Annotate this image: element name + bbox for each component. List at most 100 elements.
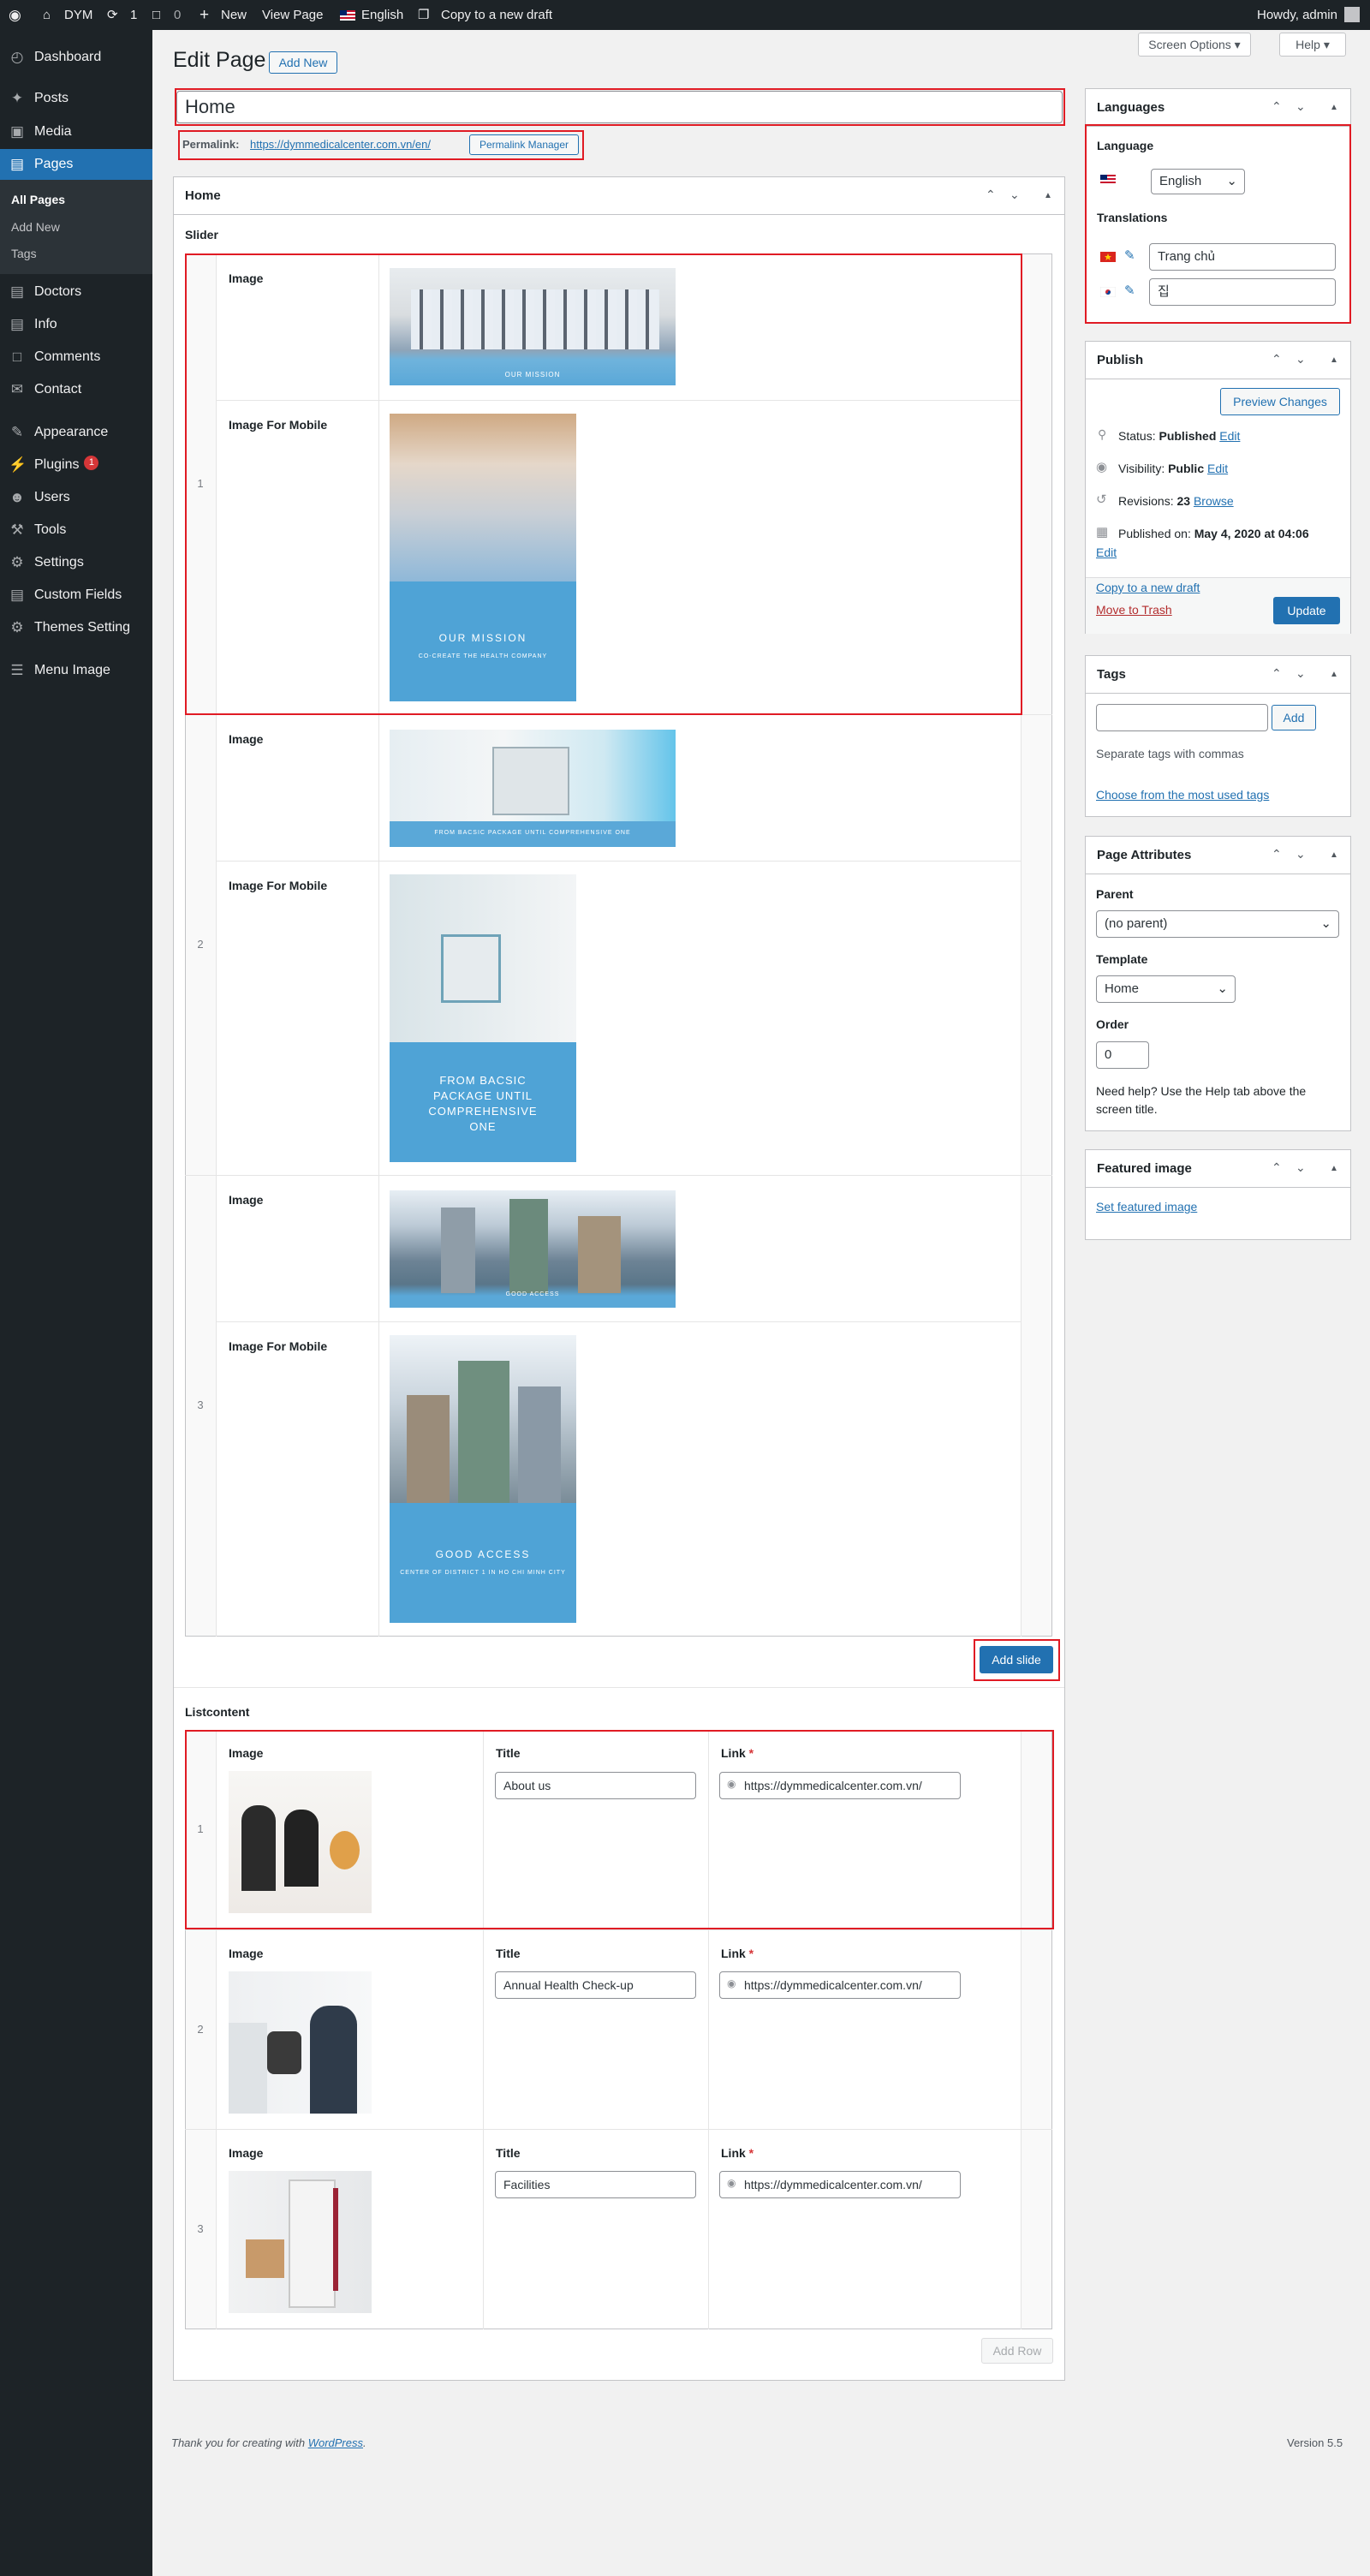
menu-custom-fields[interactable]: ▤ Custom Fields: [0, 580, 152, 611]
wordpress-logo-icon[interactable]: ◉: [9, 0, 21, 30]
slide-2-mobile-image[interactable]: FROM BACSIC PACKAGE UNTIL COMPREHENSIVE …: [390, 874, 576, 1162]
move-down-icon[interactable]: ⌄: [1296, 352, 1306, 367]
edit-date-link[interactable]: Edit: [1096, 546, 1117, 559]
new-link[interactable]: New: [221, 0, 247, 30]
new-tag-input[interactable]: [1096, 704, 1268, 731]
revisions-row: Revisions: 23 Browse: [1118, 494, 1234, 508]
toggle-panel-icon[interactable]: ▲: [1330, 670, 1338, 679]
add-tag-button[interactable]: Add: [1272, 705, 1316, 730]
row-2-image[interactable]: [229, 1971, 372, 2114]
toggle-panel-icon[interactable]: ▲: [1330, 103, 1338, 112]
submenu-add-new[interactable]: Add New: [11, 220, 60, 234]
comments-count[interactable]: 0: [174, 0, 181, 30]
slide-3-image[interactable]: GOOD ACCESS: [390, 1190, 676, 1308]
move-down-icon[interactable]: ⌄: [1010, 188, 1020, 202]
users-icon: ☻: [9, 489, 25, 505]
submenu-all-pages[interactable]: All Pages: [11, 193, 65, 206]
site-name-link[interactable]: DYM: [64, 0, 92, 30]
menu-menu-image[interactable]: ☰ Menu Image: [0, 655, 152, 686]
browse-revisions-link[interactable]: Browse: [1194, 494, 1234, 508]
copy-to-draft-link[interactable]: Copy to a new draft: [1096, 581, 1200, 594]
set-featured-image-link[interactable]: Set featured image: [1096, 1200, 1197, 1213]
toggle-panel-icon[interactable]: ▲: [1330, 1164, 1338, 1173]
row-3-title-input[interactable]: Facilities: [495, 2171, 696, 2198]
revisions-icon: ↺: [1096, 492, 1107, 507]
menu-dashboard[interactable]: ◴ Dashboard: [0, 42, 152, 73]
choose-tags-link[interactable]: Choose from the most used tags: [1096, 788, 1269, 802]
copy-to-draft-link[interactable]: Copy to a new draft: [441, 0, 552, 30]
menu-plugins[interactable]: ⚡ Plugins 1: [0, 450, 152, 480]
move-up-icon[interactable]: ⌃: [1272, 666, 1282, 681]
preview-changes-button[interactable]: Preview Changes: [1220, 388, 1340, 415]
move-down-icon[interactable]: ⌄: [1296, 847, 1306, 862]
update-button[interactable]: Update: [1273, 597, 1340, 624]
order-label: Order: [1096, 1017, 1129, 1031]
row-3-image[interactable]: [229, 2171, 372, 2313]
menu-pages[interactable]: ▤ Pages: [0, 149, 152, 180]
menu-users[interactable]: ☻ Users: [0, 482, 152, 513]
slide-caption: GOOD ACCESS: [435, 1548, 531, 1560]
toggle-panel-icon[interactable]: ▲: [1044, 191, 1052, 200]
row-number[interactable]: 3: [185, 2222, 216, 2235]
template-select[interactable]: Home ⌄: [1096, 975, 1236, 1003]
view-page-link[interactable]: View Page: [262, 0, 323, 30]
row-2-link-input[interactable]: https://dymmedicalcenter.com.vn/: [719, 1971, 961, 1999]
move-down-icon[interactable]: ⌄: [1296, 1160, 1306, 1175]
col-link-label: Link *: [721, 2146, 754, 2160]
template-label: Template: [1096, 952, 1148, 966]
menu-tools[interactable]: ⚒ Tools: [0, 515, 152, 546]
building: [518, 1386, 561, 1503]
menu-doctors[interactable]: ▤ Doctors: [0, 277, 152, 307]
menu-contact[interactable]: ✉ Contact: [0, 374, 152, 405]
move-up-icon[interactable]: ⌃: [1272, 847, 1282, 862]
row-3-link-input[interactable]: https://dymmedicalcenter.com.vn/: [719, 2171, 961, 2198]
wordpress-link[interactable]: WordPress: [308, 2436, 363, 2449]
divider: [216, 861, 1021, 862]
move-down-icon[interactable]: ⌄: [1296, 666, 1306, 681]
menu-comments[interactable]: □ Comments: [0, 342, 152, 373]
updates-icon[interactable]: ⟳: [107, 0, 118, 30]
admin-sidebar: ◴ Dashboard ✦ Posts ▣ Media ▤ Pages All Page…: [0, 30, 152, 2576]
add-new-page-button[interactable]: Add New: [269, 51, 337, 74]
submenu-tags[interactable]: Tags: [11, 247, 37, 260]
menu-info[interactable]: ▤ Info: [0, 309, 152, 340]
divider: [216, 1321, 1021, 1322]
menu-themes-setting[interactable]: ⚙ Themes Setting: [0, 612, 152, 643]
slide-2-image[interactable]: FROM BACSIC PACKAGE UNTIL COMPREHENSIVE …: [390, 730, 676, 847]
edit-visibility-link[interactable]: Edit: [1207, 462, 1228, 475]
howdy-account[interactable]: Howdy, admin: [1257, 0, 1337, 30]
order-input[interactable]: 0: [1096, 1041, 1149, 1069]
slide-number[interactable]: 3: [185, 1398, 216, 1411]
comments-icon[interactable]: □: [152, 0, 160, 30]
slide-number[interactable]: 2: [185, 938, 216, 951]
row-number[interactable]: 2: [185, 2023, 216, 2036]
plus-icon[interactable]: +: [200, 0, 209, 30]
published-on-row: Published on: May 4, 2020 at 04:06: [1118, 527, 1309, 540]
menu-media[interactable]: ▣ Media: [0, 116, 152, 147]
parent-label: Parent: [1096, 887, 1134, 901]
avatar[interactable]: [1344, 7, 1360, 22]
doctor-coat: [229, 2023, 267, 2114]
menu-posts[interactable]: ✦ Posts: [0, 83, 152, 114]
move-up-icon[interactable]: ⌃: [1272, 1160, 1282, 1175]
admin-bar: ◉ ⌂ DYM ⟳ 1 □ 0 + New View Page English …: [0, 0, 1370, 30]
edit-status-link[interactable]: Edit: [1219, 429, 1240, 443]
updates-count[interactable]: 1: [130, 0, 137, 30]
screen-options-button[interactable]: Screen Options ▾: [1138, 33, 1251, 57]
parent-select[interactable]: (no parent) ⌄: [1096, 910, 1339, 938]
row-2-title-input[interactable]: Annual Health Check-up: [495, 1971, 696, 1999]
add-row-button[interactable]: Add Row: [981, 2338, 1053, 2364]
toggle-panel-icon[interactable]: ▲: [1330, 355, 1338, 365]
move-up-icon[interactable]: ⌃: [986, 188, 996, 202]
help-button[interactable]: Help ▾: [1279, 33, 1346, 57]
language-switcher[interactable]: English: [361, 0, 403, 30]
building: [407, 1395, 450, 1503]
move-down-icon[interactable]: ⌄: [1296, 99, 1306, 114]
menu-settings[interactable]: ⚙ Settings: [0, 547, 152, 578]
move-to-trash-link[interactable]: Move to Trash: [1096, 603, 1172, 617]
move-up-icon[interactable]: ⌃: [1272, 352, 1282, 367]
move-up-icon[interactable]: ⌃: [1272, 99, 1282, 114]
menu-appearance[interactable]: ✎ Appearance: [0, 417, 152, 448]
slide-3-mobile-image[interactable]: GOOD ACCESS CENTER OF DISTRICT 1 IN HO C…: [390, 1335, 576, 1623]
toggle-panel-icon[interactable]: ▲: [1330, 850, 1338, 860]
